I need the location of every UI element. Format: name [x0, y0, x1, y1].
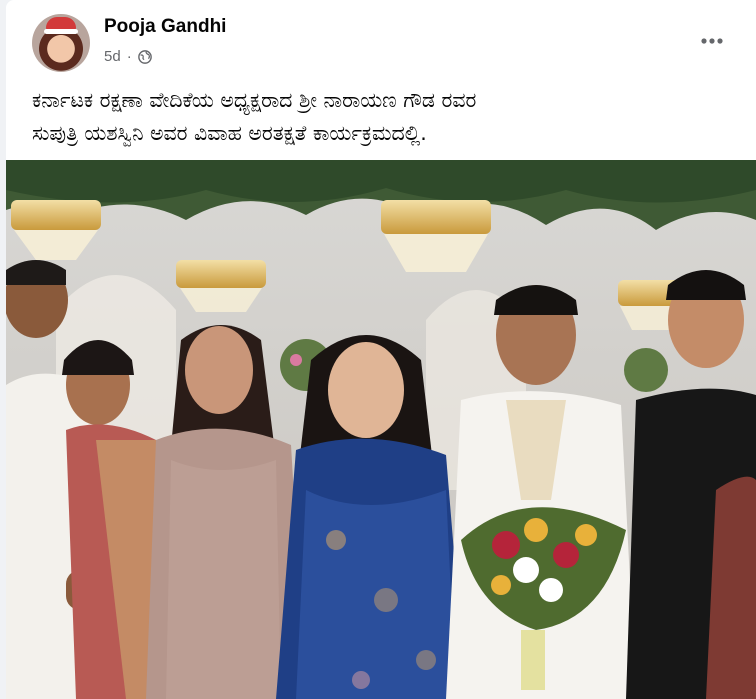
post-card: Pooja Gandhi 5d · ಕರ್ನಾಟಕ ರಕ್ಷಣಾ ವೇದಿಕೆಯ…	[6, 0, 756, 699]
meta-separator: ·	[126, 48, 132, 65]
post-time[interactable]: 5d	[104, 48, 121, 65]
post-header: Pooja Gandhi 5d ·	[6, 0, 756, 80]
more-options-button[interactable]	[694, 26, 730, 56]
author-name[interactable]: Pooja Gandhi	[104, 16, 226, 38]
post-caption: ಕರ್ನಾಟಕ ರಕ್ಷಣಾ ವೇದಿಕೆಯ ಅಧ್ಯಕ್ಷರಾದ ಶ್ರೀ ನ…	[32, 88, 477, 145]
santa-hat-band	[44, 29, 78, 34]
more-options-icon	[701, 38, 723, 44]
post-photo[interactable]	[6, 160, 756, 699]
post-meta: 5d ·	[104, 48, 152, 65]
wedding-reception-photo	[6, 160, 756, 699]
author-avatar[interactable]	[32, 14, 90, 72]
globe-icon[interactable]	[137, 49, 152, 64]
